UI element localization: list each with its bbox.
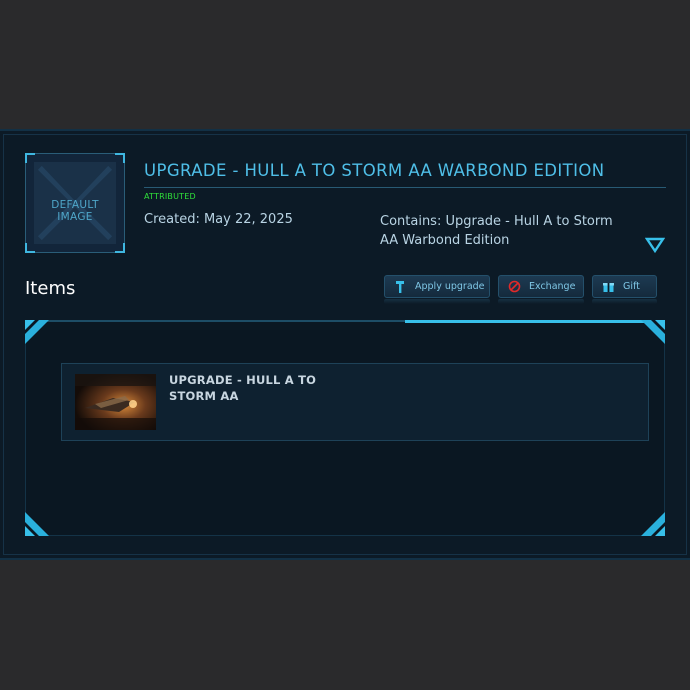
thumbnail-label-line2: IMAGE	[57, 211, 93, 223]
thumbnail-corner	[115, 243, 125, 253]
corner-bracket-icon	[641, 320, 665, 344]
gift-label: Gift	[623, 281, 640, 292]
item-title: UPGRADE - HULL A TO STORM AA	[169, 373, 317, 403]
apply-upgrade-button[interactable]: Apply upgrade	[384, 275, 490, 298]
attributed-badge: ATTRIBUTED	[144, 192, 196, 201]
exchange-icon	[499, 280, 529, 293]
exchange-button[interactable]: Exchange	[498, 275, 584, 298]
gift-button[interactable]: Gift	[592, 275, 657, 298]
pledge-thumbnail: DEFAULT IMAGE	[25, 153, 125, 253]
button-reflection	[384, 299, 490, 304]
corner-bracket-icon	[641, 512, 665, 536]
title-divider	[144, 187, 666, 188]
ship-image	[75, 374, 156, 430]
thumbnail-corner	[25, 153, 35, 163]
wrench-icon	[385, 280, 415, 294]
created-date: Created: May 22, 2025	[144, 212, 293, 227]
button-reflection	[592, 299, 657, 304]
pledge-title: UPGRADE - HULL A TO STORM AA WARBOND EDI…	[144, 161, 605, 180]
thumbnail-placeholder: DEFAULT IMAGE	[34, 162, 116, 244]
chevron-down-icon	[644, 237, 666, 254]
corner-bracket-icon	[25, 512, 49, 536]
apply-upgrade-label: Apply upgrade	[415, 281, 485, 292]
expand-toggle-button[interactable]	[644, 236, 666, 254]
exchange-label: Exchange	[529, 281, 576, 292]
button-reflection	[498, 299, 584, 304]
corner-bracket-icon	[25, 320, 49, 344]
thumbnail-corner	[25, 243, 35, 253]
contains-text: Contains: Upgrade - Hull A to Storm AA W…	[380, 214, 613, 248]
thumbnail-corner	[115, 153, 125, 163]
gift-icon	[593, 280, 623, 293]
thumbnail-label: DEFAULT IMAGE	[34, 199, 116, 223]
items-container-accent-line	[405, 320, 665, 323]
thumbnail-label-line1: DEFAULT	[51, 199, 99, 211]
items-heading: Items	[25, 278, 76, 299]
